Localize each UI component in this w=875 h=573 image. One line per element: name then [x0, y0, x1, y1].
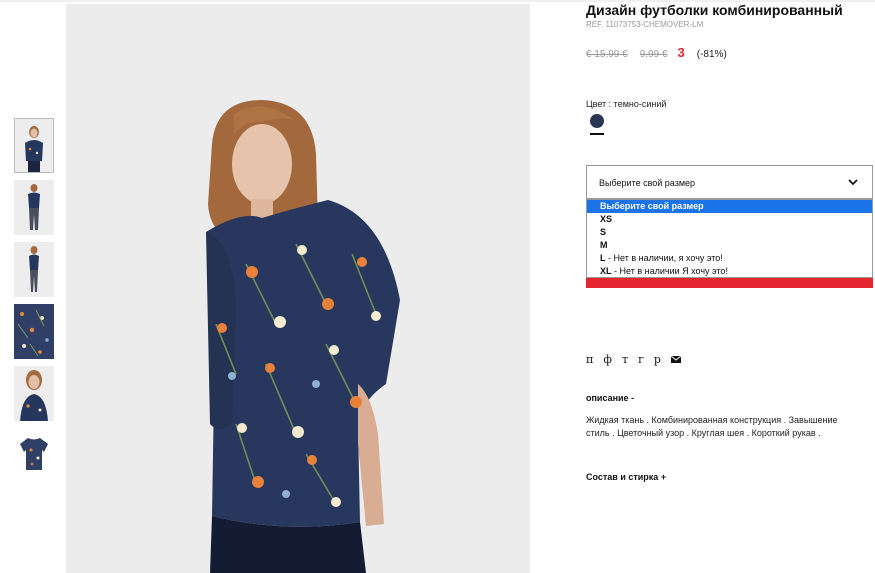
- product-ref: REF. 11073753-CHEMOVER-LM: [586, 20, 704, 29]
- swatch-selected-indicator: [590, 133, 604, 135]
- discount-badge: (-81%): [696, 49, 727, 60]
- color-swatch-navy[interactable]: [590, 114, 604, 128]
- pinterest-icon[interactable]: п: [586, 353, 593, 366]
- thumbnail-2[interactable]: [14, 180, 54, 235]
- size-option-m[interactable]: M: [587, 239, 872, 252]
- size-option-placeholder[interactable]: Выберите свой размер: [587, 200, 872, 213]
- product-main-image[interactable]: [66, 4, 530, 573]
- mail-icon[interactable]: [670, 356, 681, 363]
- thumbnail-strip: [14, 118, 54, 490]
- thumbnail-3[interactable]: [14, 242, 54, 297]
- product-title: Дизайн футболки комбинированный: [586, 2, 843, 18]
- old-price-2: 9,99 €: [639, 49, 668, 60]
- color-label: Цвет : темно-синий: [586, 99, 667, 109]
- twitter-icon[interactable]: т: [622, 353, 628, 366]
- chevron-down-icon: [848, 179, 858, 186]
- thumbnail-1[interactable]: [14, 118, 54, 173]
- share-p-icon[interactable]: р: [654, 353, 661, 366]
- thumbnail-6[interactable]: [14, 428, 54, 483]
- composition-toggle[interactable]: Состав и стирка +: [586, 472, 666, 482]
- current-price: 3: [677, 45, 685, 60]
- thumbnail-4[interactable]: [14, 304, 54, 359]
- old-price-1: € 15,99 €: [586, 49, 628, 60]
- description-toggle[interactable]: описание -: [586, 393, 634, 403]
- price-block: € 15,99 € 9,99 € 3 (-81%): [586, 45, 727, 60]
- google-plus-icon[interactable]: г: [638, 353, 644, 366]
- size-option-s[interactable]: S: [587, 226, 872, 239]
- description-text: Жидкая ткань . Комбинированная конструкц…: [586, 415, 838, 438]
- size-option-xs[interactable]: XS: [587, 213, 872, 226]
- size-select-value: Выберите свой размер: [599, 178, 696, 188]
- size-option-l[interactable]: L - Нет в наличии, я хочу это!: [587, 252, 872, 265]
- add-to-cart-button[interactable]: [586, 278, 873, 288]
- social-share: п ф т г р: [586, 353, 681, 366]
- thumbnail-5[interactable]: [14, 366, 54, 421]
- size-option-xl[interactable]: XL - Нет в наличии Я хочу это!: [587, 265, 872, 278]
- facebook-icon[interactable]: ф: [603, 353, 612, 366]
- size-select[interactable]: Выберите свой размер: [586, 165, 873, 199]
- size-dropdown-list: Выберите свой размер XS S M L - Нет в на…: [586, 199, 873, 278]
